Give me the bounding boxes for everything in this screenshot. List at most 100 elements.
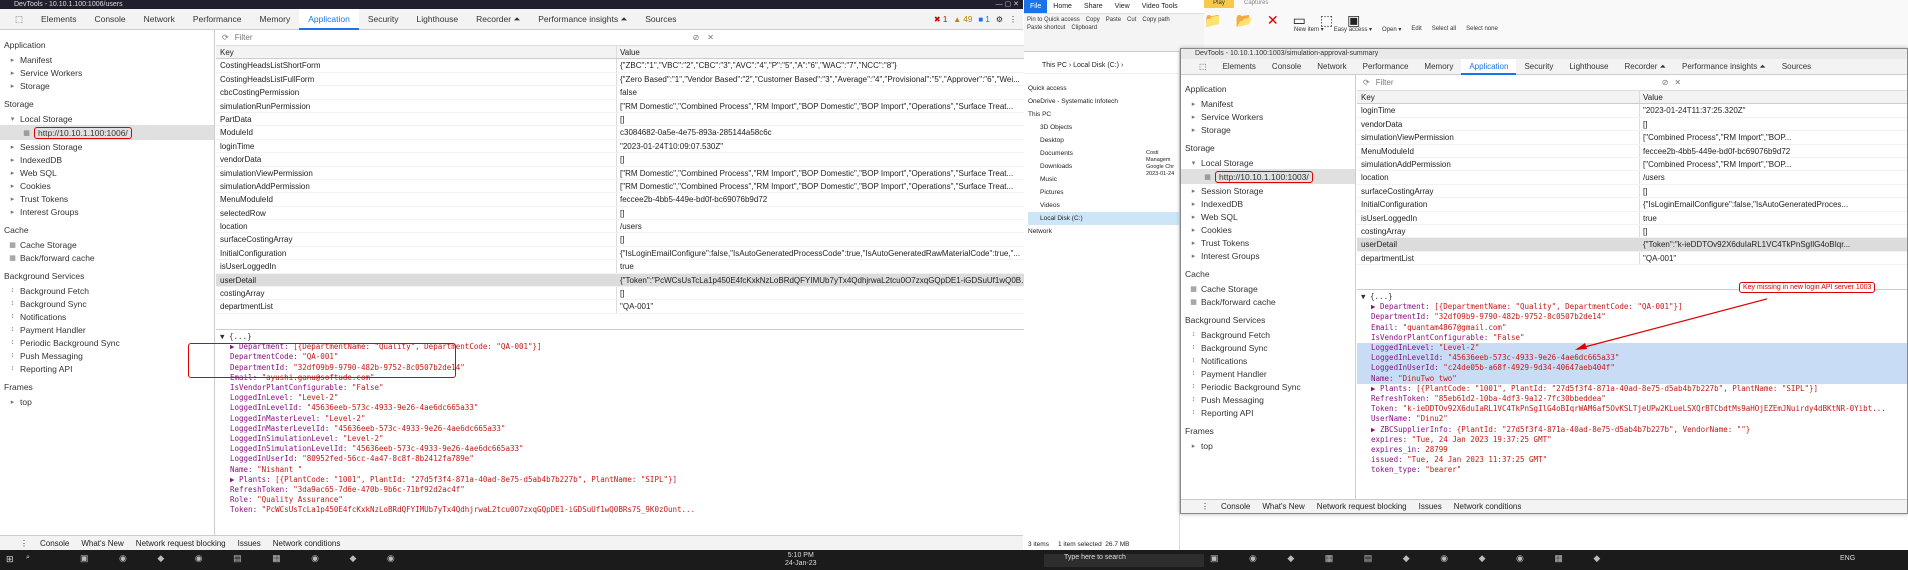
sidebar-item-service-workers[interactable]: ▸ Service Workers [1181,110,1355,123]
sidebar-item-cache-storage[interactable]: ▦ Cache Storage [0,238,214,251]
delete-icon[interactable]: ✕ [707,33,714,42]
sidebar-item-http-10-10-1-100-1003-[interactable]: ▦ http://10.10.1.100:1003/ [1181,169,1355,184]
search-icon[interactable]: ⌕ [26,554,30,562]
table-row[interactable]: userDetail {"Token":"k-ieDDTOv92X6duIaRL1… [1357,238,1907,252]
sidebar-item-trust-tokens[interactable]: ▸ Trust Tokens [0,192,214,205]
filter-input[interactable]: Filter [235,33,515,42]
sidebar-item-payment-handler[interactable]: ↕ Payment Handler [0,323,214,336]
table-row[interactable]: departmentList "QA-001" [1357,251,1907,266]
sidebar-item-reporting-api[interactable]: ↕ Reporting API [1181,406,1355,419]
ribbon-button[interactable]: Open ▾ [1382,26,1401,33]
language-indicator[interactable]: ENG [1840,555,1855,562]
table-row[interactable]: isUserLoggedIn true [1357,211,1907,225]
table-row[interactable]: selectedRow[] [216,206,1024,221]
sidebar-item-indexeddb[interactable]: ▸ IndexedDB [0,153,214,166]
tab-application[interactable]: Application [299,8,359,30]
ribbon-button[interactable]: Paste [1106,17,1121,23]
nav-item-videos[interactable]: Videos [1028,199,1179,212]
error-count[interactable]: ✖ 1 [934,15,947,24]
sidebar-item-local-storage[interactable]: ▾ Local Storage [1181,156,1355,169]
sidebar-item-background-fetch[interactable]: ↕ Background Fetch [1181,328,1355,341]
nav-item-this-pc[interactable]: This PC [1028,108,1179,121]
sidebar-item-top[interactable]: ▸ top [1181,439,1355,452]
sidebar-item-background-fetch[interactable]: ↕ Background Fetch [0,284,214,297]
tab-performance[interactable]: Performance [184,9,251,30]
ribbon-button[interactable]: Pin to Quick access [1027,17,1080,23]
tab-performance-insights-[interactable]: Performance insights ⏶ [529,9,636,30]
table-row[interactable]: cbcCostingPermission false [216,86,1024,100]
column-value[interactable]: Value [617,46,1024,58]
table-row[interactable]: ModuleId c3084682-0a5e-4e75-893a-285144a5… [216,126,1024,140]
tab-application[interactable]: Application [1461,58,1517,75]
drawer-tab-network-conditions[interactable]: Network conditions [273,539,341,548]
rename-icon[interactable]: ▭ [1293,12,1306,29]
table-row[interactable]: surfaceCostingArray[] [1357,184,1907,199]
tab-network[interactable]: Network [135,9,184,30]
ribbon-button[interactable]: Cut [1127,17,1136,23]
tab-memory[interactable]: Memory [1416,59,1461,75]
sidebar-item-back-forward-cache[interactable]: ▦ Back/forward cache [1181,295,1355,308]
table-row[interactable]: departmentList "QA-001" [216,300,1024,314]
table-row[interactable]: costingArray[] [216,287,1024,301]
ribbon-tab-file[interactable]: File [1024,0,1048,13]
ribbon-tab-share[interactable]: Share [1078,0,1109,13]
drawer-tab-issues[interactable]: Issues [238,539,261,548]
column-key[interactable]: Key [216,46,617,59]
tab-sources[interactable]: Sources [636,9,685,30]
sidebar-item-periodic-background-sync[interactable]: ↕ Periodic Background Sync [0,336,214,349]
drawer-tab-console[interactable]: Console [40,539,69,548]
sidebar-item-notifications[interactable]: ↕ Notifications [0,310,214,323]
nav-item-local-disk-c-[interactable]: Local Disk (C:) [1028,212,1179,225]
more-icon[interactable]: ⋮ [1009,15,1017,24]
ribbon-button[interactable]: Select none [1466,26,1498,33]
inspect-icon[interactable]: ⬚ [6,9,32,30]
delete-icon[interactable]: ✕ [1267,12,1279,29]
drawer-tab-network-conditions[interactable]: Network conditions [1454,502,1522,511]
sidebar-item-http-10-10-1-100-1006-[interactable]: ▦ http://10.10.1.100:1006/ [0,125,214,140]
sidebar-item-push-messaging[interactable]: ↕ Push Messaging [0,349,214,362]
sidebar-item-interest-groups[interactable]: ▸ Interest Groups [1181,249,1355,262]
tab-elements[interactable]: Elements [32,9,85,30]
sidebar-item-periodic-background-sync[interactable]: ↕ Periodic Background Sync [1181,380,1355,393]
tab-recorder-[interactable]: Recorder ⏶ [467,9,529,30]
properties-icon[interactable]: ▣ [1347,12,1360,29]
sidebar-item-indexeddb[interactable]: ▸ IndexedDB [1181,197,1355,210]
drawer-tab-what-s-new[interactable]: What's New [1262,502,1304,511]
nav-item-3d-objects[interactable]: 3D Objects [1028,121,1179,134]
search-box[interactable]: Type here to search [1044,554,1204,567]
sidebar-item-session-storage[interactable]: ▸ Session Storage [0,140,214,153]
sidebar-item-payment-handler[interactable]: ↕ Payment Handler [1181,367,1355,380]
windows-start-icon[interactable]: ⊞ [6,554,14,565]
refresh-icon[interactable]: ⟳ [1363,78,1370,87]
sidebar-item-top[interactable]: ▸ top [0,395,214,408]
column-value[interactable]: Value [1640,91,1907,103]
nav-item-desktop[interactable]: Desktop [1028,134,1179,147]
ribbon-button[interactable]: Copy [1086,17,1100,23]
taskbar-apps[interactable]: ▣ ◉ ◆ ◉ ▤ ▦ ◉ ◆ ◉ [80,553,409,564]
tab-security[interactable]: Security [1516,59,1561,75]
ribbon-button[interactable]: Paste shortcut [1027,25,1065,31]
table-row[interactable]: MenuModuleId feccee2b-4bb5-449e-bd0f-bc69… [1357,144,1907,158]
table-row[interactable]: loginTime "2023-01-24T10:09:07.530Z" [216,139,1024,154]
delete-icon[interactable]: ✕ [1674,78,1681,87]
window-controls[interactable]: — ▢ ✕ [996,0,1019,9]
table-row[interactable]: isUserLoggedIn true [216,260,1024,274]
drawer-menu-icon[interactable]: ⋮ [20,539,28,548]
sidebar-item-storage[interactable]: ▸ Storage [0,79,214,92]
tab-performance-insights-[interactable]: Performance insights ⏶ [1674,59,1774,75]
sidebar-item-session-storage[interactable]: ▸ Session Storage [1181,184,1355,197]
table-row[interactable]: InitialConfiguration {"IsLoginEmailConfig… [1357,198,1907,212]
table-row[interactable]: simulationAddPermission ["Combined Proces… [1357,157,1907,172]
table-row[interactable]: MenuModuleId feccee2b-4bb5-449e-bd0f-bc69… [216,193,1024,207]
table-row[interactable]: simulationAddPermission ["RM Domestic","C… [216,179,1024,194]
table-row[interactable]: userDetail {"Token":"PcWCsUsTcLa1p450E4fc… [216,273,1024,288]
table-row[interactable]: vendorData[] [216,153,1024,167]
drawer-tab-what-s-new[interactable]: What's New [81,539,123,548]
tab-recorder-[interactable]: Recorder ⏶ [1617,59,1675,75]
tab-lighthouse[interactable]: Lighthouse [1561,59,1616,75]
table-row[interactable]: vendorData[] [1357,117,1907,132]
drawer-tab-issues[interactable]: Issues [1419,502,1442,511]
sidebar-item-web-sql[interactable]: ▸ Web SQL [0,166,214,179]
nav-item-network[interactable]: Network [1028,225,1179,238]
ribbon-tab-view[interactable]: View [1109,0,1136,13]
